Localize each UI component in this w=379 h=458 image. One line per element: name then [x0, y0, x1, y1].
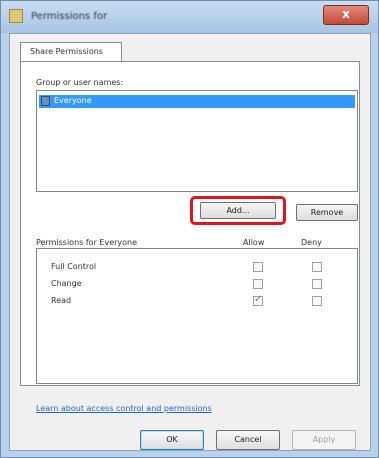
access-control-help-link[interactable]: Learn about access control and permissio…: [36, 404, 212, 413]
deny-column-header: Deny: [301, 238, 322, 247]
list-item-everyone[interactable]: Everyone: [39, 95, 355, 108]
user-group-icon: [41, 96, 50, 106]
apply-button[interactable]: Apply: [292, 430, 356, 450]
permission-row-change: Change: [37, 278, 357, 292]
cancel-button[interactable]: Cancel: [216, 430, 280, 450]
deny-change-checkbox[interactable]: [312, 279, 322, 289]
permission-label: Read: [51, 296, 72, 305]
group-user-list[interactable]: Everyone: [36, 90, 358, 192]
permission-label: Full Control: [51, 262, 97, 271]
permissions-header: Permissions for Everyone: [36, 238, 138, 247]
window-title: Permissions for: [31, 11, 108, 22]
permission-row-full-control: Full Control: [37, 261, 357, 275]
tab-share-permissions[interactable]: Share Permissions: [20, 42, 122, 62]
allow-column-header: Allow: [243, 238, 265, 247]
permission-label: Change: [51, 279, 82, 288]
list-item-label: Everyone: [54, 96, 92, 105]
allow-full-control-checkbox[interactable]: [253, 262, 263, 272]
title-bar[interactable]: Permissions for x: [1, 1, 378, 33]
deny-full-control-checkbox[interactable]: [312, 262, 322, 272]
deny-read-checkbox[interactable]: [312, 296, 322, 306]
folder-share-icon: [9, 9, 23, 23]
permissions-table: Full Control Change Read: [36, 248, 358, 384]
allow-read-checkbox[interactable]: [253, 294, 263, 306]
close-button[interactable]: x: [323, 5, 369, 25]
permission-row-read: Read: [37, 294, 357, 309]
remove-button[interactable]: Remove: [296, 204, 358, 221]
ok-button[interactable]: OK: [140, 430, 204, 450]
add-button-highlight: [190, 196, 286, 225]
allow-change-checkbox[interactable]: [253, 279, 263, 289]
group-users-label: Group or user names:: [36, 78, 124, 87]
